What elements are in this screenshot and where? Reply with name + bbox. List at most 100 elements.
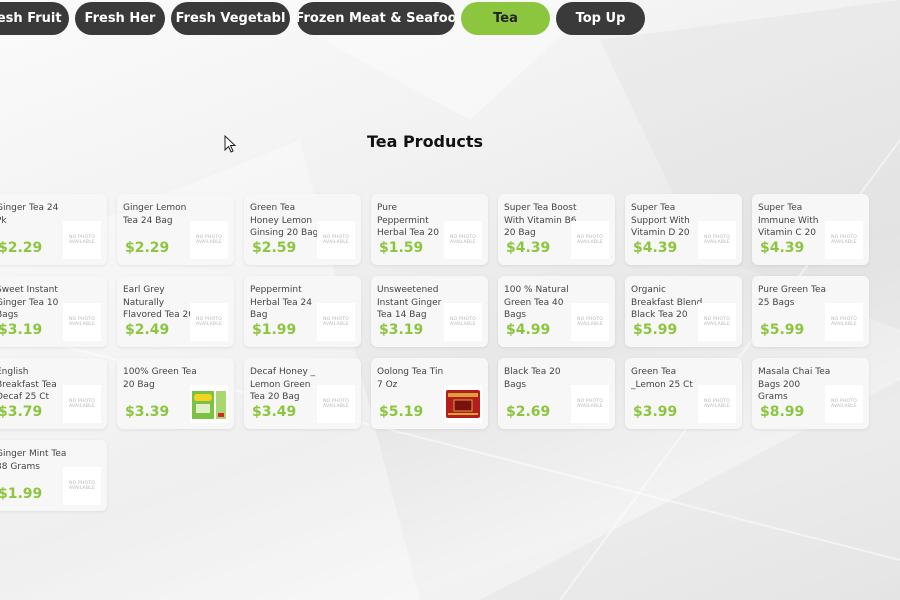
product-name: Ginger Lemon Tea 24 Bag: [123, 203, 187, 226]
no-photo-placeholder: NO PHOTO AVAILABLE: [571, 385, 609, 423]
product-price: $4.99: [506, 322, 551, 338]
product-card[interactable]: Super Tea Boost With Vitamin B6 20 Bag $4…: [498, 194, 615, 265]
no-photo-label: NO PHOTO AVAILABLE: [450, 235, 476, 245]
category-tab[interactable]: Frozen Meat & Seafoo: [297, 2, 455, 35]
no-photo-placeholder: NO PHOTO AVAILABLE: [63, 385, 101, 423]
product-name: Masala Chai Tea Bags 200 Grams: [758, 367, 831, 402]
no-photo-label: NO PHOTO AVAILABLE: [831, 317, 857, 327]
product-card[interactable]: Ginger Tea 24 Pk $2.29 NO PHOTO AVAILABLE: [0, 194, 107, 265]
red-tea-tin-image: [444, 385, 482, 423]
product-price: $2.29: [125, 240, 170, 256]
product-grid: Ginger Tea 24 Pk$2.29NO PHOTO AVAILABLEG…: [0, 194, 869, 511]
no-photo-label: NO PHOTO AVAILABLE: [69, 481, 95, 491]
product-card[interactable]: Green Tea _Lemon 25 Ct $3.99 NO PHOTO AVAI…: [625, 358, 742, 429]
product-card[interactable]: Organic Breakfast Blend Black Tea 20 Bag…: [625, 276, 742, 347]
no-photo-label: NO PHOTO AVAILABLE: [577, 317, 603, 327]
product-card[interactable]: Super Tea Immune With Vitamin C 20 Bag $4…: [752, 194, 869, 265]
no-photo-label: NO PHOTO AVAILABLE: [450, 317, 476, 327]
no-photo-placeholder: NO PHOTO AVAILABLE: [825, 385, 863, 423]
product-card[interactable]: Oolong Tea Tin 7 Oz $5.19: [371, 358, 488, 429]
no-photo-label: NO PHOTO AVAILABLE: [577, 399, 603, 409]
product-card[interactable]: Unsweetened Instant Ginger Tea 14 Bag $3.…: [371, 276, 488, 347]
no-photo-placeholder: NO PHOTO AVAILABLE: [825, 221, 863, 259]
no-photo-label: NO PHOTO AVAILABLE: [69, 317, 95, 327]
product-name: Peppermint Herbal Tea 24 Bag: [250, 285, 312, 320]
product-card[interactable]: Ginger Mint Tea 38 Grams $1.99 NO PHOTO AV…: [0, 440, 107, 511]
product-card[interactable]: Pure Green Tea 25 Bags $5.99 NO PHOTO AVAI…: [752, 276, 869, 347]
product-name: Green Tea Honey Lemon Ginsing 20 Bags: [250, 203, 324, 238]
product-name: Decaf Honey _ Lemon Green Tea 20 Bag: [250, 367, 316, 402]
product-name: Unsweetened Instant Ginger Tea 14 Bag: [377, 285, 442, 320]
no-photo-label: NO PHOTO AVAILABLE: [831, 399, 857, 409]
product-price: $1.59: [379, 240, 424, 256]
product-price: $1.99: [252, 322, 297, 338]
no-photo-label: NO PHOTO AVAILABLE: [323, 235, 349, 245]
product-name: Pure Green Tea 25 Bags: [758, 285, 827, 308]
product-price: $2.49: [125, 322, 170, 338]
product-card[interactable]: Sweet Instant Ginger Tea 10 Bags $3.19 NO …: [0, 276, 107, 347]
product-name: Ginger Mint Tea 38 Grams: [0, 449, 67, 472]
no-photo-placeholder: NO PHOTO AVAILABLE: [317, 221, 355, 259]
product-price: $2.69: [506, 404, 551, 420]
no-photo-label: NO PHOTO AVAILABLE: [704, 317, 730, 327]
product-price: $2.29: [0, 240, 43, 256]
product-name: 100% Green Tea 20 Bag: [123, 367, 197, 390]
product-name: Super Tea Support With Vitamin D 20 Bag: [631, 203, 690, 238]
product-name: Super Tea Immune With Vitamin C 20 Bag: [758, 203, 819, 238]
product-card[interactable]: 100% Green Tea 20 Bag $3.39: [117, 358, 234, 429]
product-name: Super Tea Boost With Vitamin B6 20 Bag: [504, 203, 577, 238]
no-photo-placeholder: NO PHOTO AVAILABLE: [571, 221, 609, 259]
product-name: Organic Breakfast Blend Black Tea 20 Bag…: [631, 285, 703, 320]
product-price: $3.49: [252, 404, 297, 420]
no-photo-placeholder: NO PHOTO AVAILABLE: [317, 385, 355, 423]
no-photo-placeholder: NO PHOTO AVAILABLE: [444, 221, 482, 259]
no-photo-placeholder: NO PHOTO AVAILABLE: [698, 303, 736, 341]
product-price: $5.99: [760, 322, 805, 338]
no-photo-placeholder: NO PHOTO AVAILABLE: [825, 303, 863, 341]
product-price: $3.99: [633, 404, 678, 420]
category-tab[interactable]: Fresh Her: [75, 2, 165, 35]
no-photo-label: NO PHOTO AVAILABLE: [577, 235, 603, 245]
no-photo-label: NO PHOTO AVAILABLE: [704, 235, 730, 245]
no-photo-label: NO PHOTO AVAILABLE: [704, 399, 730, 409]
product-card[interactable]: Black Tea 20 Bags $2.69 NO PHOTO AVAILABLE: [498, 358, 615, 429]
category-tab[interactable]: Top Up: [556, 2, 645, 35]
mouse-cursor-icon: [224, 135, 237, 153]
product-price: $4.39: [760, 240, 805, 256]
product-card[interactable]: Super Tea Support With Vitamin D 20 Bag $…: [625, 194, 742, 265]
no-photo-placeholder: NO PHOTO AVAILABLE: [63, 467, 101, 505]
green-tea-box-icon: [192, 391, 226, 419]
category-tab[interactable]: Fresh Fruit: [0, 2, 69, 35]
no-photo-label: NO PHOTO AVAILABLE: [323, 399, 349, 409]
no-photo-placeholder: NO PHOTO AVAILABLE: [571, 303, 609, 341]
product-price: $2.59: [252, 240, 297, 256]
no-photo-label: NO PHOTO AVAILABLE: [196, 235, 222, 245]
product-name: Ginger Tea 24 Pk: [0, 203, 59, 226]
no-photo-placeholder: NO PHOTO AVAILABLE: [698, 385, 736, 423]
product-card[interactable]: English Breakfast Tea Decaf 25 Ct $3.79 NO…: [0, 358, 107, 429]
product-card[interactable]: Ginger Lemon Tea 24 Bag $2.29 NO PHOTO AVA…: [117, 194, 234, 265]
product-name: Earl Grey Naturally Flavored Tea 20 Bags: [123, 285, 194, 320]
product-card[interactable]: Decaf Honey _ Lemon Green Tea 20 Bag $3.4…: [244, 358, 361, 429]
product-card[interactable]: 100 % Natural Green Tea 40 Bags $4.99 NO P…: [498, 276, 615, 347]
product-price: $5.19: [379, 404, 424, 420]
category-tab[interactable]: Fresh Vegetabl: [171, 2, 290, 35]
category-tab-active[interactable]: Tea: [461, 2, 550, 35]
no-photo-placeholder: NO PHOTO AVAILABLE: [63, 221, 101, 259]
product-card[interactable]: Masala Chai Tea Bags 200 Grams $8.99 NO PH…: [752, 358, 869, 429]
no-photo-placeholder: NO PHOTO AVAILABLE: [190, 221, 228, 259]
no-photo-label: NO PHOTO AVAILABLE: [69, 235, 95, 245]
product-card[interactable]: Earl Grey Naturally Flavored Tea 20 Bags…: [117, 276, 234, 347]
product-price: $5.99: [633, 322, 678, 338]
page-title: Tea Products: [366, 132, 484, 151]
product-name: Pure Peppermint Herbal Tea 20 Bag: [377, 203, 439, 238]
no-photo-label: NO PHOTO AVAILABLE: [831, 235, 857, 245]
no-photo-placeholder: NO PHOTO AVAILABLE: [190, 303, 228, 341]
product-name: Green Tea _Lemon 25 Ct: [631, 367, 693, 390]
product-card[interactable]: Peppermint Herbal Tea 24 Bag $1.99 NO PHOT…: [244, 276, 361, 347]
product-card[interactable]: Green Tea Honey Lemon Ginsing 20 Bags $2.…: [244, 194, 361, 265]
product-price: $4.39: [633, 240, 678, 256]
product-price: $4.39: [506, 240, 551, 256]
product-price: $8.99: [760, 404, 805, 420]
product-card[interactable]: Pure Peppermint Herbal Tea 20 Bag $1.59 NO…: [371, 194, 488, 265]
